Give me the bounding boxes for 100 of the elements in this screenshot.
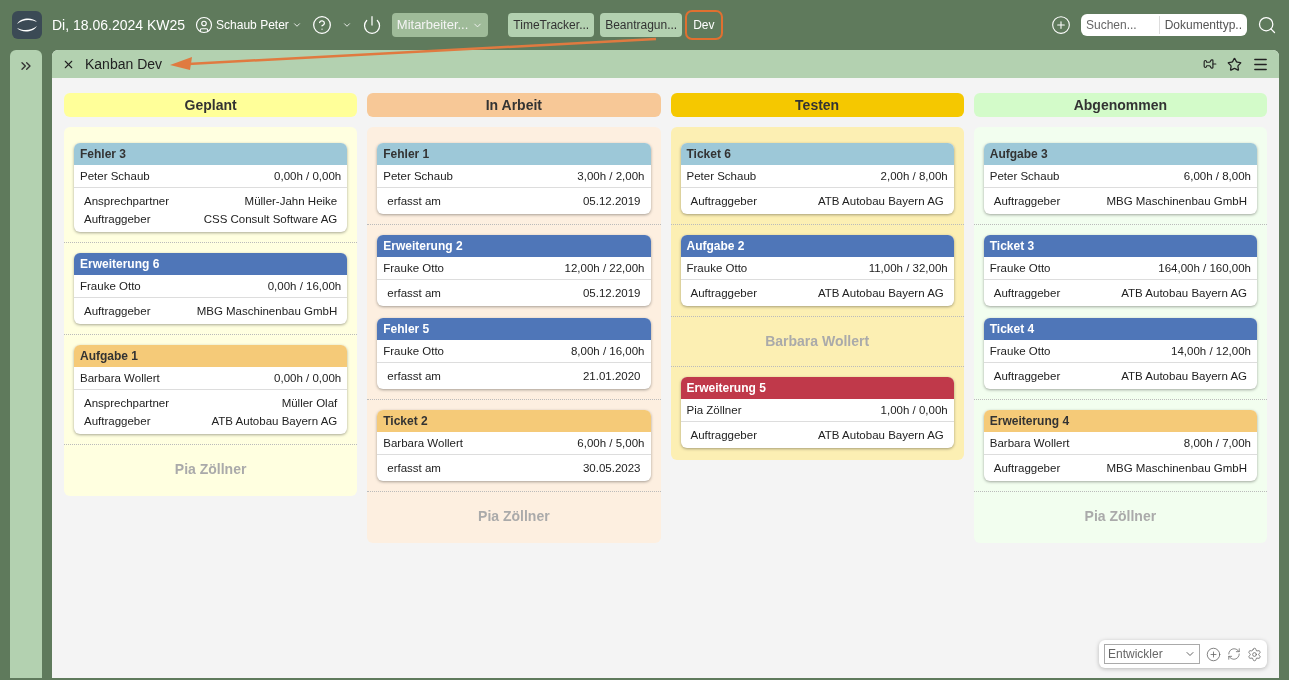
swimlane-label: Pia Zöllner — [478, 507, 550, 526]
hours-value: 14,00h / 12,00h — [1171, 344, 1251, 358]
date-label: Di, 18.06.2024 KW25 — [52, 15, 186, 35]
assignee-name: Barbara Wollert — [989, 436, 1070, 450]
card-header: Aufgabe 3 — [983, 143, 1257, 165]
star-icon[interactable] — [1227, 56, 1242, 72]
card-header: Fehler 5 — [377, 318, 651, 340]
task-card[interactable]: Fehler 1 Peter Schaub 3,00h / 2,00h erfasst am 05.12.2019 — [377, 143, 651, 214]
refresh-icon[interactable] — [1227, 647, 1241, 661]
assignee-name: Frauke Otto — [80, 279, 141, 293]
hours-value: 0,00h / 0,00h — [274, 371, 342, 385]
task-card[interactable]: Ticket 2 Barbara Wollert 6,00h / 5,00h erfasst am 30.05.2023 — [377, 410, 651, 481]
role-select[interactable]: Entwickler — [1104, 644, 1200, 664]
caret-icon[interactable] — [341, 20, 352, 30]
task-card[interactable]: Erweiterung 2 Frauke Otto 12,00h / 22,00h erfasst am 05.12.2019 — [377, 235, 651, 306]
detail-value: 05.12.2019 — [582, 194, 641, 208]
detail-value: ATB Autobau Bayern AG — [818, 194, 944, 208]
assignee-name: Frauke Otto — [989, 261, 1051, 275]
task-card[interactable]: Fehler 3 Peter Schaub 0,00h / 0,00h Ansprechpartner Müller-Jahn Heike Auftraggeber CSS Consult Software AG — [74, 143, 348, 232]
card-header: Aufgabe 1 — [74, 345, 348, 367]
hours-value: 1,00h / 0,00h — [880, 403, 948, 417]
detail-label: erfasst am — [387, 369, 441, 383]
detail-label: Auftraggeber — [84, 212, 151, 226]
detail-value: ATB Autobau Bayern AG — [818, 428, 944, 442]
detail-value: 21.01.2020 — [582, 369, 641, 383]
settings-icon[interactable] — [1247, 646, 1262, 662]
task-card[interactable]: Aufgabe 3 Peter Schaub 6,00h / 8,00h Auftraggeber MBG Maschinenbau GmbH — [983, 143, 1257, 214]
detail-label: Auftraggeber — [690, 428, 757, 442]
user-menu[interactable]: Schaub Peter — [195, 16, 302, 34]
card-header: Erweiterung 5 — [680, 377, 954, 399]
detail-label: Auftraggeber — [993, 369, 1061, 383]
swimlane-label: Pia Zöllner — [1084, 507, 1157, 526]
assignee-name: Frauke Otto — [686, 261, 748, 275]
detail-value: MBG Maschinenbau GmbH — [1106, 194, 1247, 208]
detail-value: MBG Maschinenbau GmbH — [196, 304, 338, 318]
task-card[interactable]: Erweiterung 5 Pia Zöllner 1,00h / 0,00h Auftraggeber ATB Autobau Bayern AG — [680, 377, 954, 448]
card-header: Fehler 3 — [74, 143, 348, 165]
card-header: Aufgabe 2 — [680, 235, 954, 257]
assignee-name: Pia Zöllner — [686, 403, 742, 417]
assignee-name: Peter Schaub — [383, 169, 453, 183]
pin-icon[interactable] — [1203, 57, 1217, 71]
hours-value: 164,00h / 160,00h — [1158, 261, 1251, 275]
help-icon[interactable] — [311, 15, 332, 35]
swimlane-label: Barbara Wollert — [765, 332, 870, 351]
tab[interactable]: Dev — [688, 13, 720, 37]
detail-label: Ansprechpartner — [84, 396, 170, 410]
detail-value: 05.12.2019 — [582, 286, 641, 300]
search-field[interactable]: Suchen... Dokumenttyp.. — [1081, 14, 1247, 36]
task-card[interactable]: Ticket 6 Peter Schaub 2,00h / 8,00h Auftraggeber ATB Autobau Bayern AG — [680, 143, 954, 214]
detail-label: Auftraggeber — [993, 286, 1061, 300]
task-card[interactable]: Ticket 4 Frauke Otto 14,00h / 12,00h Auftraggeber ATB Autobau Bayern AG — [983, 318, 1257, 389]
tab[interactable]: TimeTracker... — [508, 13, 595, 37]
detail-value: MBG Maschinenbau GmbH — [1106, 461, 1247, 475]
task-card[interactable]: Erweiterung 6 Frauke Otto 0,00h / 16,00h Auftraggeber MBG Maschinenbau GmbH — [74, 253, 348, 324]
hours-value: 6,00h / 8,00h — [1183, 169, 1251, 183]
detail-value: Müller Olaf — [281, 396, 338, 410]
detail-label: erfasst am — [387, 461, 441, 475]
task-card[interactable]: Aufgabe 1 Barbara Wollert 0,00h / 0,00h Ansprechpartner Müller Olaf Auftraggeber ATB Autobau Bayern AG — [74, 345, 348, 434]
column-header: Testen — [670, 93, 964, 117]
hours-value: 6,00h / 5,00h — [577, 436, 645, 450]
column-header: Geplant — [64, 93, 358, 117]
detail-label: Auftraggeber — [84, 414, 151, 428]
app-logo[interactable] — [12, 11, 42, 39]
hours-value: 3,00h / 2,00h — [577, 169, 645, 183]
hours-value: 2,00h / 8,00h — [880, 169, 948, 183]
assignee-name: Frauke Otto — [383, 261, 444, 275]
detail-label: Auftraggeber — [993, 461, 1061, 475]
doctype-select[interactable]: Dokumenttyp.. — [1158, 16, 1247, 34]
detail-label: Ansprechpartner — [84, 194, 170, 208]
detail-value: ATB Autobau Bayern AG — [818, 286, 944, 300]
detail-label: erfasst am — [387, 286, 441, 300]
card-header: Ticket 6 — [680, 143, 954, 165]
search-icon[interactable] — [1257, 15, 1277, 35]
user-icon — [195, 16, 214, 34]
power-icon[interactable] — [361, 15, 382, 35]
assignee-name: Peter Schaub — [989, 169, 1060, 183]
hours-value: 0,00h / 0,00h — [274, 169, 342, 183]
add-icon[interactable] — [1206, 646, 1221, 662]
detail-label: Auftraggeber — [690, 286, 757, 300]
tab[interactable]: Beantragun... — [600, 13, 683, 37]
card-header: Erweiterung 4 — [983, 410, 1257, 432]
detail-label: Auftraggeber — [84, 304, 151, 318]
task-card[interactable]: Ticket 3 Frauke Otto 164,00h / 160,00h Auftraggeber ATB Autobau Bayern AG — [983, 235, 1257, 306]
hours-value: 0,00h / 16,00h — [267, 279, 342, 293]
card-header: Ticket 3 — [983, 235, 1257, 257]
card-header: Erweiterung 2 — [377, 235, 651, 257]
assignee-name: Frauke Otto — [383, 344, 444, 358]
card-header: Erweiterung 6 — [74, 253, 348, 275]
caret-icon — [291, 20, 302, 30]
task-card[interactable]: Aufgabe 2 Frauke Otto 11,00h / 32,00h Auftraggeber ATB Autobau Bayern AG — [680, 235, 954, 306]
detail-value: ATB Autobau Bayern AG — [1121, 286, 1247, 300]
detail-value: ATB Autobau Bayern AG — [211, 414, 338, 428]
assignee-name: Frauke Otto — [989, 344, 1051, 358]
column-header: Abgenommen — [973, 93, 1267, 117]
task-card[interactable]: Fehler 5 Frauke Otto 8,00h / 16,00h erfasst am 21.01.2020 — [377, 318, 651, 389]
panel-title: Kanban Dev — [85, 54, 163, 74]
hours-value: 8,00h / 7,00h — [1183, 436, 1251, 450]
detail-value: CSS Consult Software AG — [203, 212, 338, 226]
hours-value: 8,00h / 16,00h — [570, 344, 645, 358]
task-card[interactable]: Erweiterung 4 Barbara Wollert 8,00h / 7,00h Auftraggeber MBG Maschinenbau GmbH — [983, 410, 1257, 481]
